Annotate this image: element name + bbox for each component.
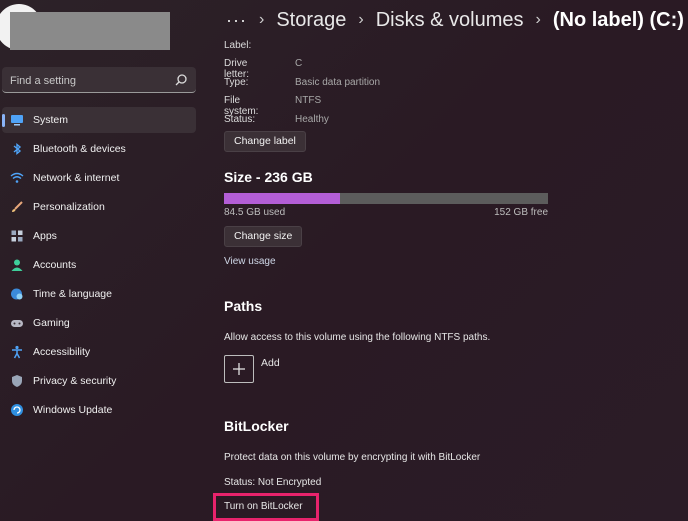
controller-icon bbox=[11, 320, 23, 327]
sidebar-item-time-language[interactable]: Time & language bbox=[2, 281, 196, 307]
bitlocker-description: Protect data on this volume by encryptin… bbox=[224, 452, 481, 463]
bluetooth-icon bbox=[13, 143, 22, 155]
sidebar-item-label: Accounts bbox=[33, 259, 77, 271]
user-name-redacted bbox=[10, 12, 170, 50]
paths-description: Allow access to this volume using the fo… bbox=[224, 332, 491, 343]
property-value: NTFS bbox=[295, 95, 322, 106]
bitlocker-status: Status: Not Encrypted bbox=[224, 477, 322, 488]
change-size-button[interactable]: Change size bbox=[224, 226, 303, 247]
property-key: Type: bbox=[224, 77, 249, 88]
size-title: Size - 236 GB bbox=[224, 169, 313, 185]
sidebar-item-label: Time & language bbox=[33, 288, 112, 300]
sidebar-item-label: Bluetooth & devices bbox=[33, 143, 126, 155]
page-title: (No label) (C:) bbox=[552, 8, 684, 31]
globe-clock-icon bbox=[11, 288, 23, 300]
sidebar-item-accounts[interactable]: Accounts bbox=[2, 252, 196, 278]
accessibility-icon bbox=[12, 345, 22, 359]
breadcrumb-storage[interactable]: Storage bbox=[276, 9, 346, 32]
sidebar-item-label: Network & internet bbox=[33, 172, 120, 184]
sidebar-item-label: Accessibility bbox=[33, 346, 91, 358]
view-usage-link[interactable]: View usage bbox=[224, 256, 276, 267]
property-key: Label: bbox=[224, 40, 252, 51]
update-icon bbox=[11, 404, 23, 416]
sidebar-item-privacy[interactable]: Privacy & security bbox=[2, 368, 196, 394]
plus-icon bbox=[233, 363, 245, 375]
property-value: Basic data partition bbox=[295, 77, 381, 88]
chevron-right-icon: › bbox=[358, 11, 364, 28]
sidebar-item-windows-update[interactable]: Windows Update bbox=[2, 397, 196, 423]
sidebar-item-accessibility[interactable]: Accessibility bbox=[2, 339, 196, 365]
property-key: Status: bbox=[224, 114, 256, 125]
person-icon bbox=[11, 259, 23, 271]
monitor-icon bbox=[11, 115, 23, 126]
breadcrumb-more-button[interactable]: ··· bbox=[226, 10, 247, 31]
sidebar-item-personalization[interactable]: Personalization bbox=[2, 194, 196, 220]
bitlocker-title: BitLocker bbox=[224, 418, 289, 434]
sidebar-item-apps[interactable]: Apps bbox=[2, 223, 196, 249]
sidebar-item-gaming[interactable]: Gaming bbox=[2, 310, 196, 336]
sidebar-nav: System Bluetooth & devices Network & int… bbox=[2, 107, 196, 426]
sidebar-item-label: Apps bbox=[33, 230, 57, 242]
used-space-text: 84.5 GB used bbox=[224, 207, 286, 218]
shield-icon bbox=[12, 375, 22, 387]
usage-bar bbox=[224, 193, 548, 204]
sidebar-item-bluetooth[interactable]: Bluetooth & devices bbox=[2, 136, 196, 162]
sidebar-item-network[interactable]: Network & internet bbox=[2, 165, 196, 191]
free-space-text: 152 GB free bbox=[494, 207, 548, 218]
highlight-box bbox=[213, 493, 319, 521]
sidebar-item-label: Privacy & security bbox=[33, 375, 117, 387]
paths-title: Paths bbox=[224, 298, 263, 314]
sidebar-item-label: Windows Update bbox=[33, 404, 113, 416]
chevron-right-icon: › bbox=[535, 11, 541, 28]
search-input[interactable] bbox=[8, 70, 172, 92]
sidebar-item-label: Gaming bbox=[33, 317, 70, 329]
breadcrumb: ··· › Storage › Disks & volumes › (No la… bbox=[226, 6, 684, 34]
breadcrumb-disks-volumes[interactable]: Disks & volumes bbox=[376, 9, 524, 32]
apps-icon bbox=[11, 230, 23, 242]
search-box[interactable] bbox=[2, 67, 196, 93]
sidebar: System Bluetooth & devices Network & int… bbox=[0, 0, 200, 521]
add-path-label[interactable]: Add bbox=[261, 357, 280, 369]
change-label-button[interactable]: Change label bbox=[224, 131, 306, 152]
usage-bar-fill bbox=[224, 193, 340, 204]
wifi-icon bbox=[10, 172, 24, 183]
sidebar-item-system[interactable]: System bbox=[2, 107, 196, 133]
sidebar-item-label: Personalization bbox=[33, 201, 105, 213]
add-path-button[interactable] bbox=[224, 355, 254, 383]
search-icon[interactable] bbox=[174, 73, 188, 87]
brush-icon bbox=[12, 201, 23, 212]
property-value: Healthy bbox=[295, 114, 329, 125]
chevron-right-icon: › bbox=[258, 11, 265, 28]
sidebar-item-label: System bbox=[33, 114, 69, 126]
property-value: C bbox=[295, 58, 303, 69]
